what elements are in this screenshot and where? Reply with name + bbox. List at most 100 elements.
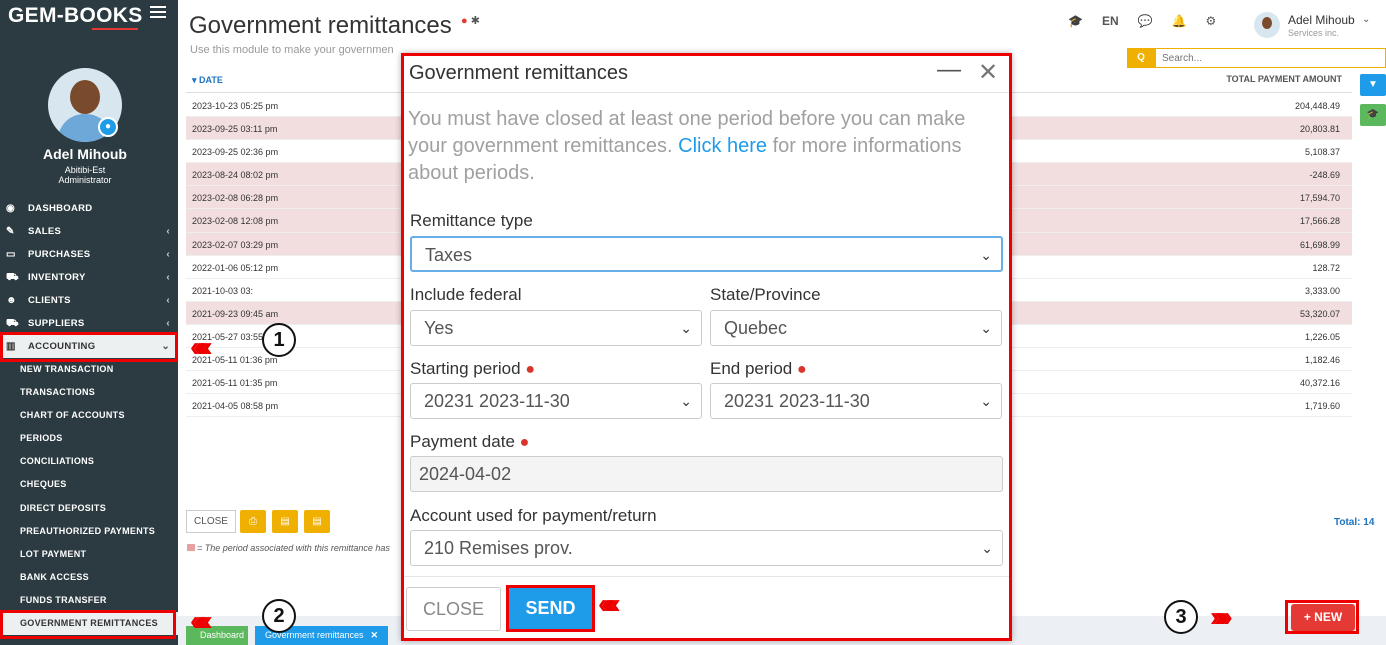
filter-button[interactable]: ▼ [1360, 74, 1386, 96]
send-button[interactable]: SEND [506, 585, 595, 632]
modal-divider [404, 92, 1009, 93]
legend-swatch [187, 544, 195, 551]
annotation-box-accounting [0, 332, 178, 362]
print-button[interactable]: ⎙ [240, 510, 266, 533]
close-button[interactable]: CLOSE [406, 587, 501, 631]
row-date: 2023-02-07 03:29 pm [192, 239, 279, 250]
hamburger-menu-icon[interactable] [150, 6, 166, 18]
select-value: Quebec [724, 318, 788, 338]
sidebar-nav: ◉ DASHBOARD ✎ SALES ‹ ▭ PURCHASES ‹ ⛟ INVENTOR… [0, 197, 178, 636]
edit-icon: ✎ [6, 226, 15, 237]
warning-icon: ● [796, 361, 807, 378]
account-select[interactable]: 210 Remises prov. ⌄ [410, 530, 1003, 566]
end-period-label: End period ● [710, 359, 807, 379]
close-tab-icon[interactable]: ✕ [370, 626, 378, 645]
sidebar-item-label: CLIENTS [28, 295, 71, 306]
row-total: 1,182.46 [1304, 355, 1340, 366]
filter-icon: ▼ [1368, 79, 1378, 90]
sidebar-subitem-chart-of-accounts[interactable]: CHART OF ACCOUNTS [0, 404, 178, 427]
sidebar-item-label: SUPPLIERS [28, 318, 85, 329]
annotation-number-1: 1 [262, 323, 296, 357]
gear-icon[interactable]: ✱ [471, 15, 480, 27]
settings-icon[interactable]: ⚙ [1206, 14, 1217, 28]
periods-help-link[interactable]: Click here [678, 135, 767, 157]
minimize-icon[interactable]: — [937, 56, 961, 84]
modal-message: You must have closed at least one period… [408, 106, 1006, 187]
export-pdf-button[interactable]: ▤ [304, 510, 330, 533]
sidebar-item-inventory[interactable]: ⛟ INVENTORY ‹ [0, 266, 178, 289]
search-icon: Q [1137, 52, 1145, 63]
row-total: 1,719.60 [1304, 401, 1340, 412]
row-date: 2021-09-23 09:45 am [192, 308, 279, 319]
end-period-select[interactable]: 20231 2023-11-30 ⌄ [710, 383, 1002, 419]
sidebar-item-label: DASHBOARD [28, 203, 93, 214]
table-close-button[interactable]: CLOSE [186, 510, 236, 533]
modal-footer-divider [404, 576, 1009, 577]
close-icon[interactable]: ✕ [978, 58, 998, 87]
user-badge-icon[interactable]: ● [98, 117, 118, 137]
select-value: 20231 2023-11-30 [424, 391, 570, 411]
row-total: 204,448.49 [1294, 101, 1340, 111]
sidebar-subitem-lot-payment[interactable]: LOT PAYMENT [0, 543, 178, 566]
chevron-down-icon: ⌄ [980, 393, 992, 409]
remittance-type-select[interactable]: Taxes ⌄ [410, 236, 1003, 272]
state-province-select[interactable]: Quebec ⌄ [710, 310, 1002, 346]
starting-period-select[interactable]: 20231 2023-11-30 ⌄ [410, 383, 702, 419]
row-total: 20,803.81 [1299, 124, 1340, 135]
row-date: 2022-01-06 05:12 pm [192, 262, 279, 273]
annotation-box-gov-remittances [0, 610, 176, 639]
bell-icon[interactable]: 🔔 [1172, 14, 1187, 28]
sidebar-subitem-conciliations[interactable]: CONCILIATIONS [0, 450, 178, 473]
label-text: End period [710, 359, 793, 378]
cart-icon: ⛟ [6, 272, 19, 283]
annotation-arrows-1: ««« [190, 331, 212, 362]
row-date: 2021-05-11 01:35 pm [192, 378, 278, 389]
row-date: 2023-09-25 02:36 pm [192, 147, 279, 158]
sidebar-subitem-periods[interactable]: PERIODS [0, 427, 178, 450]
annotation-arrows-send: ««« [598, 588, 620, 619]
label-text: Payment date [410, 432, 515, 451]
sidebar-subitem-transactions[interactable]: TRANSACTIONS [0, 381, 178, 404]
sidebar-item-purchases[interactable]: ▭ PURCHASES ‹ [0, 243, 178, 266]
page-subtitle: Use this module to make your governmen [190, 44, 394, 56]
top-user-name[interactable]: Adel Mihoub [1288, 13, 1355, 27]
annotation-arrows-2: ««« [190, 605, 212, 636]
include-federal-select[interactable]: Yes ⌄ [410, 310, 702, 346]
payment-date-input[interactable]: 2024-04-02 [410, 456, 1003, 492]
row-date: 2021-10-03 03: [192, 285, 254, 296]
chevron-left-icon: ‹ [166, 272, 170, 283]
sidebar-user-name: Adel Mihoub [43, 146, 127, 162]
search-input[interactable] [1155, 48, 1386, 68]
sidebar-subitem-bank-access[interactable]: BANK ACCESS [0, 566, 178, 589]
row-date: 2023-02-08 06:28 pm [192, 193, 279, 204]
sidebar-item-sales[interactable]: ✎ SALES ‹ [0, 220, 178, 243]
top-avatar[interactable] [1254, 12, 1280, 38]
language-selector[interactable]: EN [1102, 14, 1119, 28]
sidebar-subitem-preauthorized-payments[interactable]: PREAUTHORIZED PAYMENTS [0, 520, 178, 543]
warning-icon: ● [519, 434, 530, 451]
column-header-date[interactable]: ▾ DATE [192, 75, 223, 86]
brand-logo[interactable]: GEM-BOOKS [8, 4, 143, 28]
export-excel-button[interactable]: ▤ [272, 510, 298, 533]
tutorial-button[interactable]: 🎓 [1360, 104, 1386, 126]
chat-icon[interactable]: 💬 [1138, 14, 1153, 28]
add-circle-icon[interactable]: ● [461, 15, 468, 27]
row-date: 2023-09-25 03:11 pm [192, 124, 278, 135]
legend-note: = The period associated with this remitt… [187, 543, 390, 553]
select-value: Taxes [425, 245, 473, 265]
chevron-down-icon[interactable]: ⌄ [1362, 14, 1370, 25]
total-count: Total: 14 [1334, 517, 1375, 528]
sidebar-subitem-funds-transfer[interactable]: FUNDS TRANSFER [0, 589, 178, 612]
row-date: 2021-05-11 01:36 pm [192, 355, 278, 366]
sidebar-subitem-direct-deposits[interactable]: DIRECT DEPOSITS [0, 497, 178, 520]
annotation-number-3: 3 [1164, 600, 1198, 634]
chevron-left-icon: ‹ [166, 226, 170, 237]
sidebar-item-dashboard[interactable]: ◉ DASHBOARD [0, 197, 178, 220]
graduation-cap-icon[interactable]: 🎓 [1068, 14, 1083, 28]
column-header-total[interactable]: TOTAL PAYMENT AMOUNT [1226, 74, 1342, 84]
row-total: 17,594.70 [1299, 193, 1340, 204]
search-button[interactable]: Q [1127, 48, 1155, 68]
sidebar-item-clients[interactable]: ☻ CLIENTS ‹ [0, 289, 178, 312]
state-province-label: State/Province [710, 285, 821, 304]
sidebar-subitem-cheques[interactable]: CHEQUES [0, 473, 178, 496]
